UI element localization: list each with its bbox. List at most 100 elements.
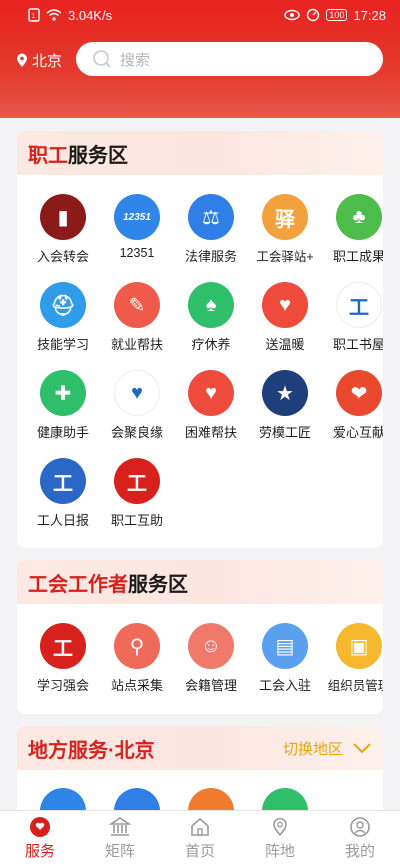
love-exchange-icon: ❤: [336, 370, 382, 416]
user-profile-icon: [350, 817, 370, 837]
map-pin-icon: ⚲: [114, 623, 160, 669]
service-item[interactable]: ▣ 组织员管理: [322, 623, 383, 694]
job-resume-icon: ✎: [114, 282, 160, 328]
workers-daily-icon: 工: [40, 458, 86, 504]
svg-text:1: 1: [32, 13, 36, 20]
service-item-label: 学习强会: [36, 678, 89, 693]
tab-services[interactable]: 服务: [0, 811, 80, 866]
service-item-label: 就业帮扶: [110, 337, 163, 352]
section-title-highlight: 职工: [28, 144, 68, 167]
service-item[interactable]: ♥ 会聚良缘: [100, 370, 174, 441]
service-item[interactable]: ♥ 送温暖: [248, 282, 322, 353]
service-item[interactable]: ♣ 职工成果: [322, 194, 383, 265]
location-marker-icon: [273, 817, 287, 837]
service-item[interactable]: 驿工会驿站+: [248, 194, 322, 265]
id-card-icon: ▣: [336, 623, 382, 669]
service-item-label: 职工互助: [110, 513, 163, 528]
service-item[interactable]: ▮ 入会转会: [26, 194, 100, 265]
helmet-worker-icon: ⛑: [40, 282, 86, 328]
member-profile-icon: ☺: [188, 623, 234, 669]
service-item-label: 会聚良缘: [110, 425, 163, 440]
service-item[interactable]: 12351 12351: [100, 194, 174, 260]
tab-label: 服务: [24, 843, 55, 860]
couple-heart-icon: ♥: [114, 370, 160, 416]
service-item-label: 站点采集: [110, 678, 163, 693]
location-selector[interactable]: 北京: [0, 50, 74, 71]
service-item[interactable]: ⚲ 站点采集: [100, 623, 174, 694]
tab-label: 我的: [344, 843, 375, 860]
service-item-label: 会籍管理: [184, 678, 237, 693]
tab-mine[interactable]: 我的: [320, 811, 400, 866]
section-title: 工会工作者 服务区: [17, 560, 383, 604]
scales-icon: ⚖: [188, 194, 234, 240]
section-title-rest: 服务区: [68, 144, 128, 167]
service-item-label: 工会驿站+: [256, 250, 314, 264]
service-item-label: 职工书屋: [332, 337, 383, 352]
tree-icon: ♣: [336, 194, 382, 240]
bank-building-icon: [109, 817, 131, 836]
section-title-highlight: 工会工作者: [28, 573, 128, 596]
service-item-label: 入会转会: [36, 249, 89, 264]
search-input[interactable]: 搜索: [76, 42, 383, 76]
bookhouse-logo-icon: 工: [336, 282, 382, 328]
service-item[interactable]: ♠ 疗休养: [174, 282, 248, 353]
tab-label: 首页: [184, 843, 215, 860]
section-title: 职工 服务区: [17, 131, 383, 175]
service-item[interactable]: ★ 劳模工匠: [248, 370, 322, 441]
service-item[interactable]: ⛑ 技能学习: [26, 282, 100, 353]
service-item[interactable]: 工职工书屋: [322, 282, 383, 353]
service-item-label: 技能学习: [36, 337, 89, 352]
service-item[interactable]: ▤ 工会入驻: [248, 623, 322, 694]
service-item-label: 组织员管理: [327, 679, 383, 693]
service-item-label: 困难帮扶: [184, 425, 237, 440]
medical-cross-icon: ✚: [40, 370, 86, 416]
tab-matrix[interactable]: 矩阵: [80, 811, 160, 866]
section-title: 地方服务·北京 切换地区: [17, 726, 383, 770]
speed-icon: [307, 8, 320, 22]
service-item[interactable]: 工学习强会: [26, 623, 100, 694]
service-item-label: 疗休养: [191, 337, 231, 352]
service-item-label: 健康助手: [36, 425, 89, 440]
unionist-service-card: 工会工作者服务区 工学习强会 ⚲ 站点采集 ☺ 会籍管理 ▤ 工会入驻 ▣ 组织员管理: [17, 560, 383, 714]
location-label: 北京: [32, 52, 63, 70]
status-bar: 1 3.04K/s 100 17:28: [0, 0, 400, 30]
service-item[interactable]: ☺ 会籍管理: [174, 623, 248, 694]
service-item[interactable]: ⚖ 法律服务: [174, 194, 248, 265]
service-item-label: 工会入驻: [258, 678, 311, 693]
service-item[interactable]: ✚ 健康助手: [26, 370, 100, 441]
bottom-tab-bar: 服务 矩阵 首页 阵地 我的: [0, 810, 400, 866]
home-icon: [191, 817, 209, 836]
service-item[interactable]: ✎ 就业帮扶: [100, 282, 174, 353]
search-icon: [93, 50, 111, 68]
eye-icon: [284, 9, 301, 21]
switch-region-label: 切换地区: [282, 740, 343, 758]
palm-tree-icon: ♠: [188, 282, 234, 328]
help-heart-icon: ♥: [188, 370, 234, 416]
service-item-label: 职工成果: [332, 249, 383, 264]
chevron-down-icon: [353, 743, 371, 753]
tab-label: 矩阵: [104, 843, 135, 860]
tab-home[interactable]: 首页: [160, 811, 240, 866]
service-item[interactable]: 工工人日报: [26, 458, 100, 529]
service-item-label: 法律服务: [184, 249, 237, 264]
medal-icon: ★: [262, 370, 308, 416]
section-title-rest: 服务区: [128, 573, 188, 596]
worker-service-grid: ▮ 入会转会 12351 12351 ⚖ 法律服务驿工会驿站+ ♣ 职工成果 ⛑ 技能学习 ✎ 就业帮…: [17, 175, 383, 548]
service-item-label: 12351: [119, 246, 155, 260]
unionist-service-grid: 工学习强会 ⚲ 站点采集 ☺ 会籍管理 ▤ 工会入驻 ▣ 组织员管理: [17, 604, 383, 714]
station-house-icon: 驿: [262, 194, 308, 240]
service-item-label: 送温暖: [265, 337, 305, 352]
services-heart-hand-icon: [30, 817, 50, 837]
local-section-title: 地方服务·北京: [28, 739, 155, 762]
service-item[interactable]: ❤ 爱心互献: [322, 370, 383, 441]
location-pin-icon: [17, 53, 27, 67]
service-item[interactable]: 工职工互助: [100, 458, 174, 529]
building-docs-icon: ▤: [262, 623, 308, 669]
tab-label: 阵地: [264, 843, 295, 860]
hotline-12351-icon: 12351: [114, 194, 160, 240]
service-item[interactable]: ♥ 困难帮扶: [174, 370, 248, 441]
tab-positions[interactable]: 阵地: [240, 811, 320, 866]
switch-region-button[interactable]: 切换地区: [283, 738, 371, 759]
heart-hand-icon: ♥: [262, 282, 308, 328]
union-emblem-icon: 工: [114, 458, 160, 504]
